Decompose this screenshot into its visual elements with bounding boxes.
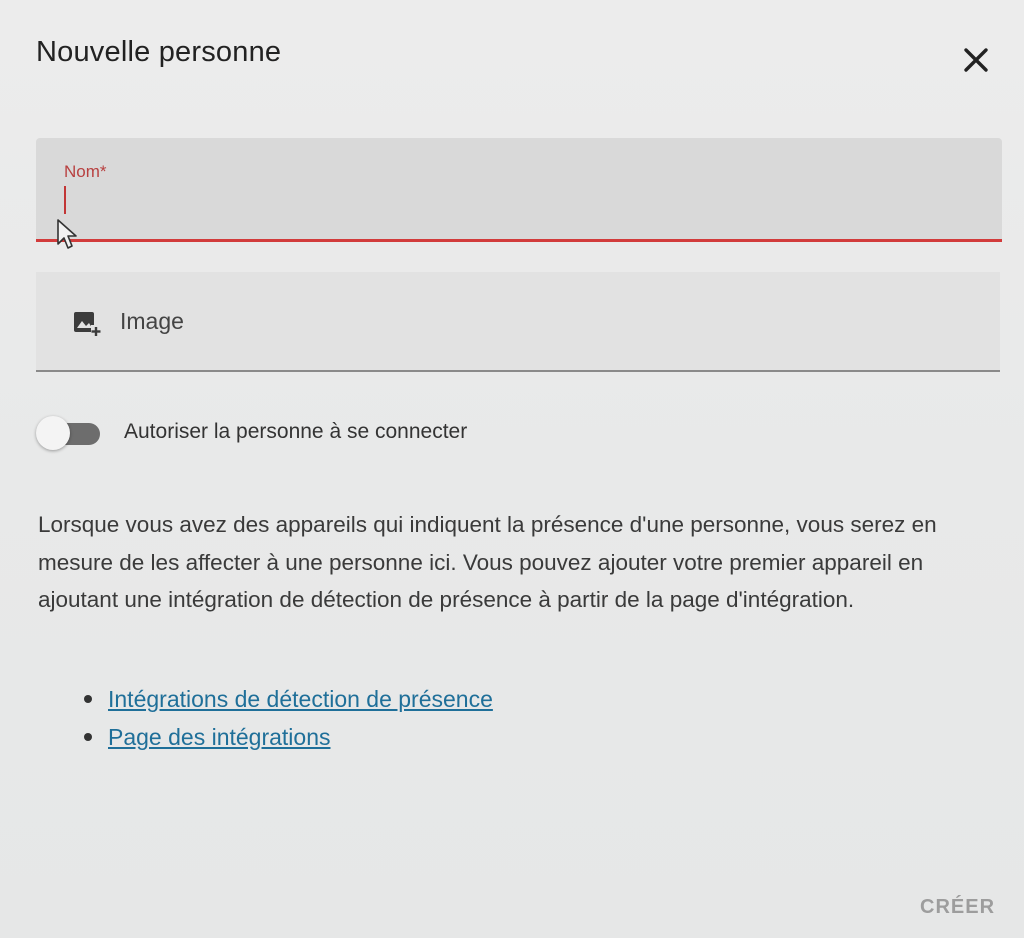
list-item: Page des intégrations: [84, 718, 493, 756]
mouse-pointer-icon: [57, 219, 77, 249]
create-button[interactable]: CRÉER: [914, 894, 1001, 921]
name-field-underline: [36, 239, 1002, 242]
close-icon: [964, 48, 988, 72]
image-field[interactable]: Image: [36, 272, 1000, 372]
image-field-underline: [36, 370, 1000, 372]
new-person-dialog: Nouvelle personne Nom* Image Autoriser l…: [0, 0, 1024, 938]
login-toggle-switch[interactable]: [36, 416, 102, 450]
bullet-icon: [84, 733, 92, 741]
name-field[interactable]: Nom*: [36, 138, 1002, 242]
integrations-page-link[interactable]: Page des intégrations: [108, 724, 331, 750]
name-field-label: Nom*: [64, 162, 107, 181]
bullet-icon: [84, 695, 92, 703]
presence-description: Lorsque vous avez des appareils qui indi…: [38, 512, 937, 612]
add-image-icon: [74, 312, 101, 336]
presence-integrations-link[interactable]: Intégrations de détection de présence: [108, 686, 493, 712]
links-list: Intégrations de détection de présence Pa…: [84, 680, 493, 756]
close-button[interactable]: [958, 42, 994, 78]
dialog-title: Nouvelle personne: [36, 36, 282, 68]
text-caret: [64, 186, 66, 214]
login-toggle-label: Autoriser la personne à se connecter: [124, 420, 468, 443]
login-toggle-row: Autoriser la personne à se connecter: [36, 412, 636, 454]
toggle-thumb: [36, 416, 70, 450]
list-item: Intégrations de détection de présence: [84, 680, 493, 718]
image-field-label: Image: [120, 308, 184, 334]
